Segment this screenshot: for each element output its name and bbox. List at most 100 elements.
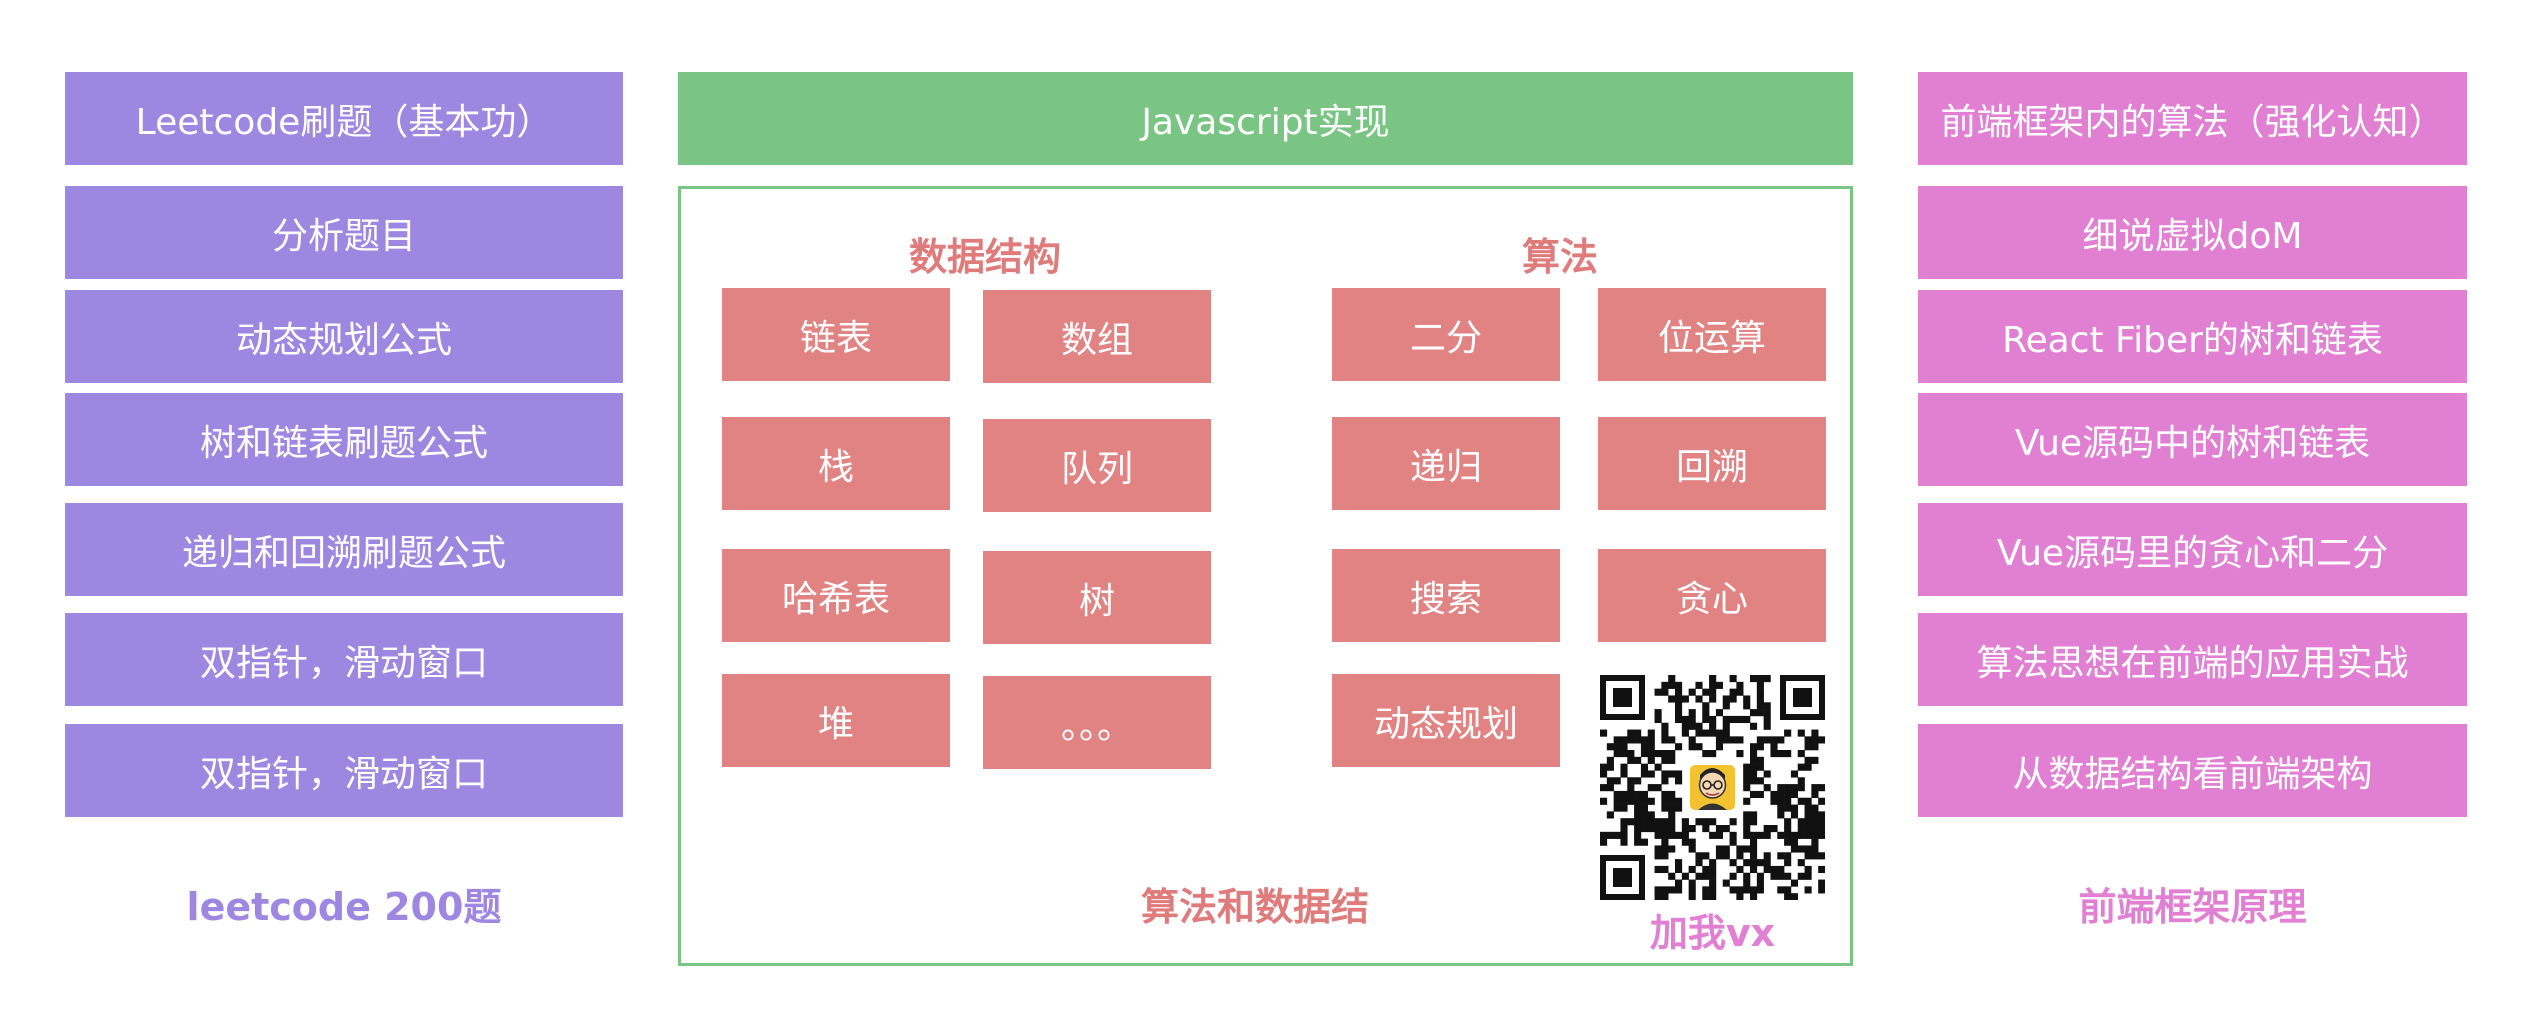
qr-module bbox=[1811, 804, 1819, 812]
qr-module bbox=[1770, 736, 1778, 744]
qr-module bbox=[1675, 681, 1683, 689]
center-caption: 算法和数据结 bbox=[1140, 885, 1369, 929]
qr-module bbox=[1640, 797, 1649, 805]
algo-item-recursion: 递归 bbox=[1332, 417, 1560, 510]
qr-module bbox=[1722, 702, 1730, 710]
qr-module bbox=[1777, 790, 1785, 799]
qr-module bbox=[1715, 729, 1724, 737]
qr-module bbox=[1634, 797, 1642, 805]
qr-module bbox=[1688, 845, 1696, 853]
algo-item-greedy: 贪心 bbox=[1598, 549, 1826, 642]
qr-module bbox=[1750, 743, 1758, 751]
qr-module bbox=[1647, 743, 1655, 751]
qr-module bbox=[1715, 825, 1724, 833]
qr-module bbox=[1675, 709, 1683, 717]
qr-module bbox=[1634, 777, 1642, 785]
left-item-1: 分析题目 bbox=[65, 186, 623, 279]
qr-module bbox=[1600, 838, 1608, 846]
qr-module bbox=[1763, 702, 1771, 710]
qr-module bbox=[1790, 811, 1799, 819]
qr-module bbox=[1715, 709, 1724, 717]
ds-item-stack: 栈 bbox=[722, 417, 950, 510]
qr-module bbox=[1818, 811, 1825, 819]
qr-module bbox=[1750, 790, 1758, 799]
qr-module bbox=[1790, 770, 1799, 778]
qr-module bbox=[1790, 893, 1799, 900]
qr-module bbox=[1804, 756, 1812, 764]
qr-module bbox=[1797, 831, 1805, 839]
qr-module bbox=[1640, 838, 1649, 846]
qr-module bbox=[1627, 736, 1635, 744]
qr-module bbox=[1634, 804, 1642, 812]
qr-module bbox=[1695, 695, 1703, 703]
qr-module bbox=[1777, 736, 1785, 744]
qr-module bbox=[1640, 825, 1649, 833]
qr-module bbox=[1668, 804, 1676, 812]
qr-module bbox=[1688, 736, 1696, 744]
qr-module bbox=[1702, 750, 1710, 758]
qr-module bbox=[1736, 736, 1744, 744]
qr-module bbox=[1709, 722, 1717, 730]
qr-module bbox=[1743, 715, 1751, 724]
qr-module bbox=[1729, 831, 1737, 839]
qr-module bbox=[1722, 845, 1730, 853]
qr-module bbox=[1620, 790, 1628, 799]
qr-module bbox=[1743, 879, 1751, 887]
qr-module bbox=[1756, 872, 1764, 880]
qr-module bbox=[1640, 743, 1649, 751]
qr-module bbox=[1722, 879, 1730, 887]
qr-module bbox=[1750, 865, 1758, 874]
qr-module bbox=[1750, 770, 1758, 778]
qr-module bbox=[1620, 736, 1628, 744]
qr-module bbox=[1797, 872, 1805, 880]
qr-module bbox=[1750, 811, 1758, 819]
qr-module bbox=[1640, 811, 1649, 819]
qr-module bbox=[1797, 859, 1805, 867]
qr-module bbox=[1743, 784, 1751, 792]
qr-module bbox=[1681, 838, 1689, 846]
qr-module bbox=[1675, 859, 1683, 867]
qr-module bbox=[1770, 790, 1778, 799]
qr-module bbox=[1756, 709, 1764, 717]
qr-module bbox=[1702, 709, 1710, 717]
qr-module bbox=[1668, 695, 1676, 703]
qr-module bbox=[1743, 872, 1751, 880]
qr-module bbox=[1811, 852, 1819, 860]
qr-module bbox=[1627, 818, 1635, 826]
qr-module bbox=[1675, 797, 1683, 805]
qr-module bbox=[1647, 825, 1655, 833]
qr-module bbox=[1811, 729, 1819, 737]
qr-module bbox=[1661, 681, 1669, 689]
qr-module bbox=[1743, 831, 1751, 839]
qr-module bbox=[1661, 845, 1669, 853]
qr-module bbox=[1606, 831, 1614, 839]
qr-module bbox=[1688, 886, 1696, 894]
qr-module bbox=[1729, 818, 1737, 826]
qr-module bbox=[1634, 736, 1642, 744]
qr-module bbox=[1818, 852, 1825, 860]
qr-module bbox=[1681, 818, 1689, 826]
qr-module bbox=[1811, 756, 1819, 764]
qr-module bbox=[1668, 750, 1676, 758]
qr-module bbox=[1818, 879, 1825, 887]
qr-module bbox=[1790, 804, 1799, 812]
qr-module bbox=[1763, 825, 1771, 833]
qr-module bbox=[1675, 695, 1683, 703]
qr-module bbox=[1743, 859, 1751, 867]
qr-module bbox=[1750, 838, 1758, 846]
qr-module bbox=[1681, 831, 1689, 839]
qr-module bbox=[1675, 831, 1683, 839]
qr-module bbox=[1770, 825, 1778, 833]
qr-module bbox=[1790, 784, 1799, 792]
qr-module bbox=[1668, 681, 1676, 689]
qr-module bbox=[1756, 886, 1764, 894]
qr-module bbox=[1750, 893, 1758, 900]
qr-module bbox=[1702, 852, 1710, 860]
qr-module bbox=[1784, 790, 1792, 799]
qr-module bbox=[1661, 825, 1669, 833]
qr-module bbox=[1668, 797, 1676, 805]
qr-module bbox=[1675, 777, 1683, 785]
qr-module bbox=[1797, 750, 1805, 758]
qr-module bbox=[1736, 750, 1744, 758]
qr-module bbox=[1811, 825, 1819, 833]
